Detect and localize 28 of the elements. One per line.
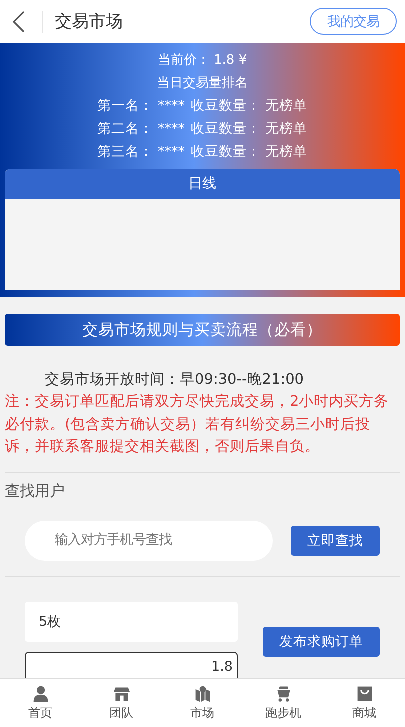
ranking-title: 当日交易量排名 xyxy=(156,75,249,93)
rank-place: 第三名： **** xyxy=(98,143,185,162)
volume-label: 收豆数量： 无榜单 xyxy=(191,143,308,162)
rank-place: 第一名： **** xyxy=(98,97,185,116)
bag-icon xyxy=(356,685,374,703)
shop-icon xyxy=(112,685,130,703)
chart-title: 日线 xyxy=(5,169,400,199)
rules-banner[interactable]: 交易市场规则与买卖流程（必看） xyxy=(5,314,400,346)
page-title: 交易市场 xyxy=(55,11,124,33)
map-pin-icon xyxy=(194,685,212,703)
section-heading: 查找用户 xyxy=(5,480,66,500)
quantity-field[interactable]: 5枚 xyxy=(25,602,238,642)
trade-notice: 注：交易订单匹配后请双方尽快完成交易，2小时内买方务必付款。(包含卖方确认交易）若有纠纷交易三小时后投诉，并联系客服提交相关截图，否则后果自负。 xyxy=(5,392,390,457)
back-icon[interactable] xyxy=(12,10,26,32)
current-price: 当前价： 1.8 ¥ xyxy=(156,52,248,70)
opening-hours: 交易市场开放时间：早09:30--晚21:00 xyxy=(45,370,306,390)
tab-item[interactable]: 首页 xyxy=(0,679,81,727)
tab-item[interactable]: 团队 xyxy=(81,679,162,727)
search-now-button[interactable]: 立即查找 xyxy=(291,526,380,556)
tab-item[interactable]: 商城 xyxy=(324,679,405,727)
tab-item[interactable]: 市场 xyxy=(162,679,243,727)
person-icon xyxy=(32,685,50,703)
rank-place: 第二名： **** xyxy=(98,120,185,139)
volume-label: 收豆数量： 无榜单 xyxy=(191,120,308,139)
volume-label: 收豆数量： 无榜单 xyxy=(191,97,308,116)
tab-item[interactable]: 跑步机 xyxy=(243,679,324,727)
publish-order-button[interactable]: 发布求购订单 xyxy=(263,626,380,656)
phone-search-field[interactable]: 输入对方手机号查找 xyxy=(25,520,273,560)
